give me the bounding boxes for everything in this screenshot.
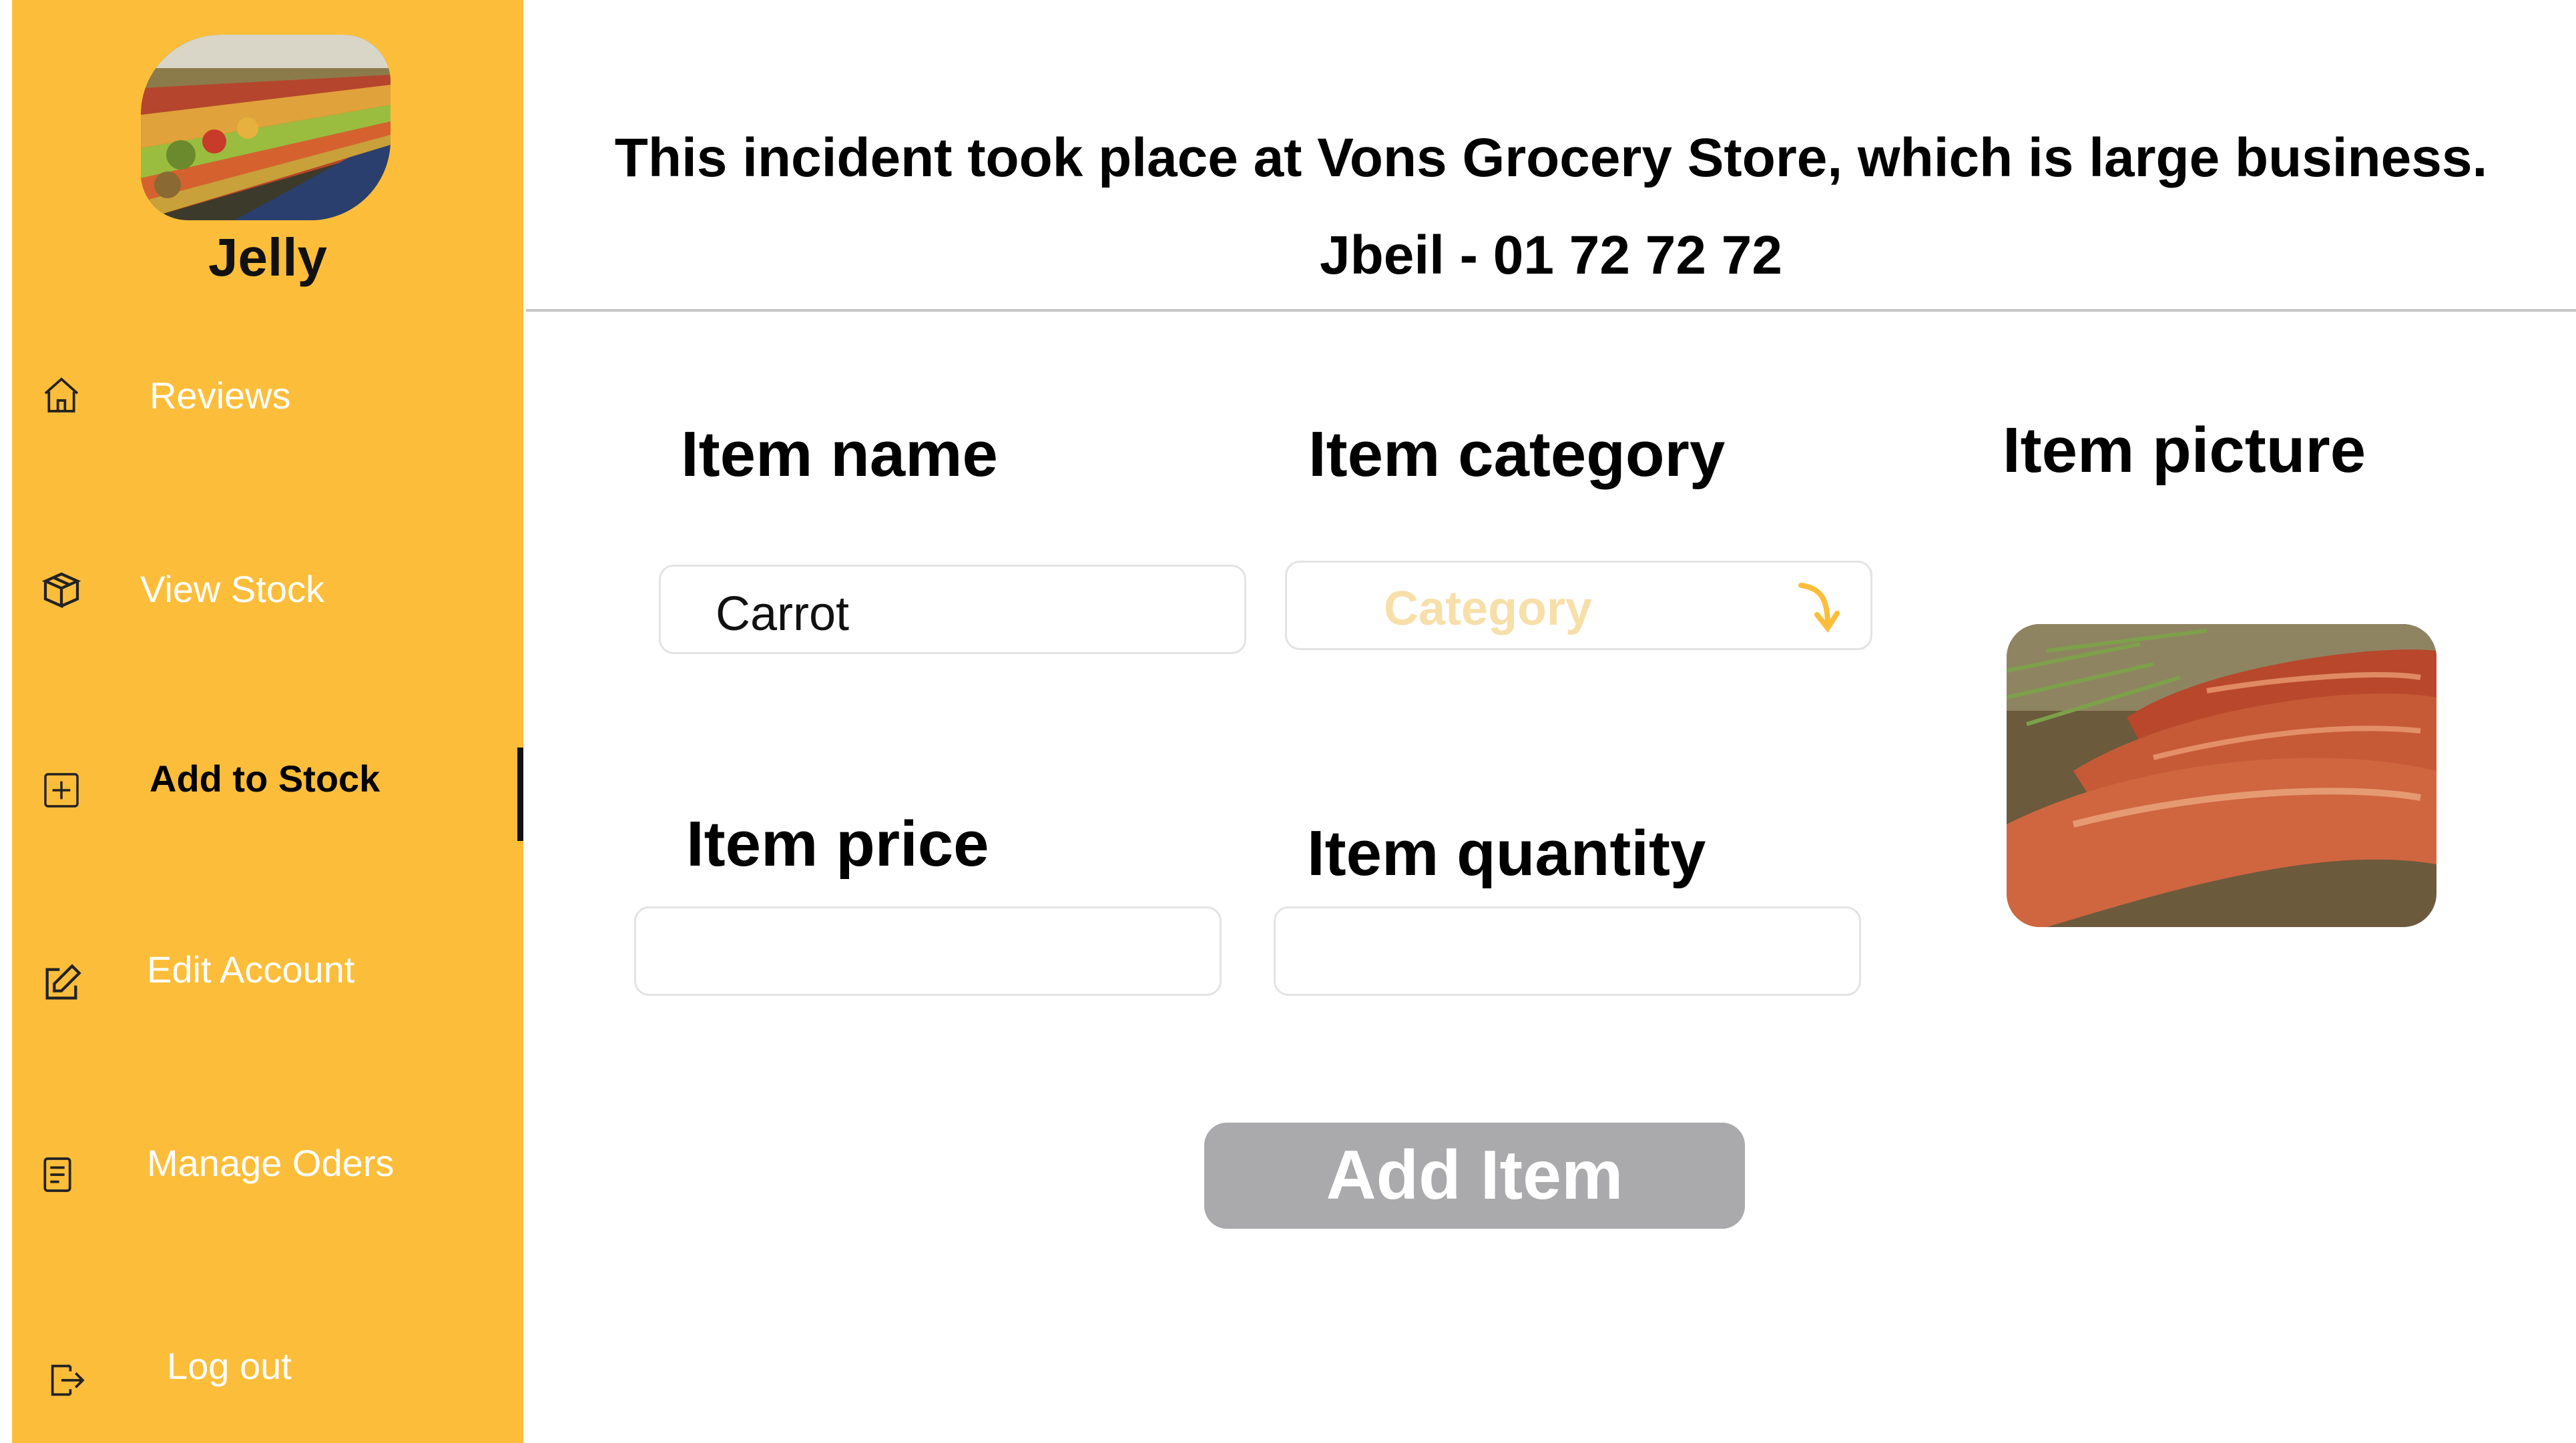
sidebar-item-label: Manage Oders <box>147 1142 395 1184</box>
sidebar-item-add-to-stock[interactable]: Add to Stock <box>12 734 523 828</box>
add-item-button[interactable]: Add Item <box>1204 1123 1745 1229</box>
sidebar-item-edit-account[interactable]: Edit Account <box>12 928 523 1021</box>
carrot-image <box>2007 624 2436 927</box>
page-title: This incident took place at Vons Grocery… <box>614 127 2488 188</box>
item-price-input[interactable] <box>634 906 1222 996</box>
edit-icon <box>45 964 81 1000</box>
sidebar: Jelly Reviews View Stock Add to Stock Ed… <box>12 0 523 1443</box>
sidebar-item-label: Edit Account <box>147 948 355 990</box>
grocery-shelves-image <box>141 35 391 220</box>
store-contact: Jbeil - 01 72 72 72 <box>1320 225 1782 286</box>
item-name-label: Item name <box>681 418 998 490</box>
store-name: Jelly <box>208 228 327 287</box>
home-icon <box>44 377 79 412</box>
box-icon <box>41 572 81 609</box>
active-nav-indicator <box>517 748 523 841</box>
item-quantity-input[interactable] <box>1274 906 1861 996</box>
sidebar-item-label: Add to Stock <box>150 758 380 800</box>
sidebar-item-reviews[interactable]: Reviews <box>12 347 523 441</box>
item-name-input[interactable]: Carrot <box>659 565 1246 654</box>
category-placeholder: Category <box>1384 582 1593 635</box>
item-name-value: Carrot <box>716 587 850 641</box>
store-photo <box>141 35 391 220</box>
sidebar-item-label: Log out <box>167 1345 292 1387</box>
item-price-label: Item price <box>686 808 989 880</box>
sidebar-item-manage-orders[interactable]: Manage Oders <box>12 1121 523 1215</box>
item-category-select[interactable]: Category <box>1285 561 1872 650</box>
sidebar-item-label: Reviews <box>150 374 291 416</box>
logout-icon <box>51 1364 85 1396</box>
receipt-icon <box>43 1157 71 1192</box>
plus-square-icon <box>44 773 79 808</box>
header-divider <box>526 309 2576 312</box>
item-picture[interactable] <box>2007 624 2436 927</box>
item-quantity-label: Item quantity <box>1307 818 1706 889</box>
sidebar-item-label: View Stock <box>140 568 324 610</box>
sidebar-item-log-out[interactable]: Log out <box>12 1328 523 1422</box>
item-picture-label: Item picture <box>2003 414 2366 486</box>
item-category-label: Item category <box>1308 418 1726 490</box>
arrow-down-icon <box>1798 583 1840 633</box>
sidebar-item-view-stock[interactable]: View Stock <box>12 541 523 634</box>
